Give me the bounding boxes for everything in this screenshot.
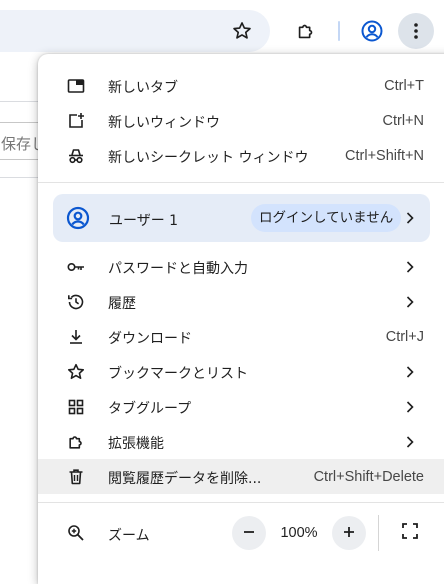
menu-item-history[interactable]: 履歴	[38, 284, 444, 319]
incognito-icon	[66, 146, 86, 166]
zoom-out-button[interactable]	[232, 516, 266, 550]
menu-item-tab-groups[interactable]: タブグループ	[38, 389, 444, 424]
zoom-label: ズーム	[108, 528, 150, 544]
history-icon	[66, 292, 86, 312]
menu-item-label: ダウンロード	[108, 331, 192, 347]
menu-item-shortcut: Ctrl+J	[385, 329, 424, 345]
star-icon	[66, 362, 86, 382]
menu-item-label: 履歴	[108, 296, 136, 312]
puzzle-icon	[295, 20, 317, 42]
chevron-right-icon	[404, 210, 416, 226]
menu-item-shortcut: Ctrl+Shift+N	[345, 148, 424, 164]
menu-item-label: 新しいタブ	[108, 80, 178, 96]
menu-item-label: 拡張機能	[108, 436, 164, 452]
menu-item-label: 閲覧履歴データを削除...	[108, 471, 262, 487]
zoom-separator	[378, 515, 379, 551]
menu-item-label: ブックマークとリスト	[108, 366, 248, 382]
chrome-menu-button[interactable]	[398, 13, 434, 49]
puzzle-icon	[66, 432, 86, 452]
menu-profile-row[interactable]: ユーザー 1 ログインしていません	[53, 194, 430, 242]
menu-item-new-incognito-window[interactable]: 新しいシークレット ウィンドウ Ctrl+Shift+N	[38, 138, 444, 173]
key-icon	[66, 257, 86, 277]
star-outline-icon	[231, 20, 253, 42]
new-tab-icon	[66, 76, 86, 96]
menu-item-bookmarks-lists[interactable]: ブックマークとリスト	[38, 354, 444, 389]
chevron-right-icon	[404, 399, 416, 415]
menu-divider	[38, 502, 444, 503]
account-circle-icon	[66, 206, 90, 230]
account-circle-icon	[360, 19, 384, 43]
toolbar-separator	[338, 21, 340, 41]
chevron-right-icon	[404, 364, 416, 380]
zoom-icon	[66, 523, 86, 543]
new-window-icon	[66, 111, 86, 131]
menu-item-label: パスワードと自動入力	[108, 261, 248, 277]
download-icon	[66, 327, 86, 347]
fullscreen-icon	[401, 522, 419, 544]
trash-icon	[66, 467, 86, 487]
extensions-button[interactable]	[288, 13, 324, 49]
chevron-right-icon	[404, 434, 416, 450]
menu-item-shortcut: Ctrl+N	[382, 113, 425, 129]
menu-item-shortcut: Ctrl+Shift+Delete	[313, 469, 424, 485]
menu-item-label: 新しいシークレット ウィンドウ	[108, 150, 309, 166]
menu-item-new-tab[interactable]: 新しいタブ Ctrl+T	[38, 68, 444, 103]
menu-divider	[38, 182, 444, 183]
profile-name: ユーザー 1	[109, 213, 179, 229]
chevron-right-icon	[404, 259, 416, 275]
menu-item-label: 新しいウィンドウ	[108, 115, 220, 131]
fullscreen-button[interactable]	[393, 516, 427, 550]
chrome-app-menu: 新しいタブ Ctrl+T 新しいウィンドウ Ctrl+N 新しいシークレット ウ…	[38, 54, 444, 584]
sign-in-status-badge: ログインしていません	[251, 204, 402, 232]
bookmark-star-button[interactable]	[224, 13, 260, 49]
menu-item-downloads[interactable]: ダウンロード Ctrl+J	[38, 319, 444, 354]
menu-item-new-window[interactable]: 新しいウィンドウ Ctrl+N	[38, 103, 444, 138]
vertical-dots-icon	[406, 21, 426, 41]
plus-icon	[342, 524, 356, 543]
menu-item-shortcut: Ctrl+T	[384, 78, 424, 94]
menu-item-extensions[interactable]: 拡張機能	[38, 424, 444, 459]
zoom-value: 100%	[280, 525, 318, 541]
zoom-in-button[interactable]	[332, 516, 366, 550]
menu-item-passwords-autofill[interactable]: パスワードと自動入力	[38, 249, 444, 284]
tab-groups-icon	[66, 397, 86, 417]
profile-button[interactable]	[354, 13, 390, 49]
menu-item-label: タブグループ	[108, 401, 192, 417]
menu-item-clear-browsing-data[interactable]: 閲覧履歴データを削除... Ctrl+Shift+Delete	[38, 459, 444, 494]
minus-icon	[242, 524, 256, 543]
chevron-right-icon	[404, 294, 416, 310]
menu-zoom-row: ズーム 100%	[38, 514, 444, 552]
